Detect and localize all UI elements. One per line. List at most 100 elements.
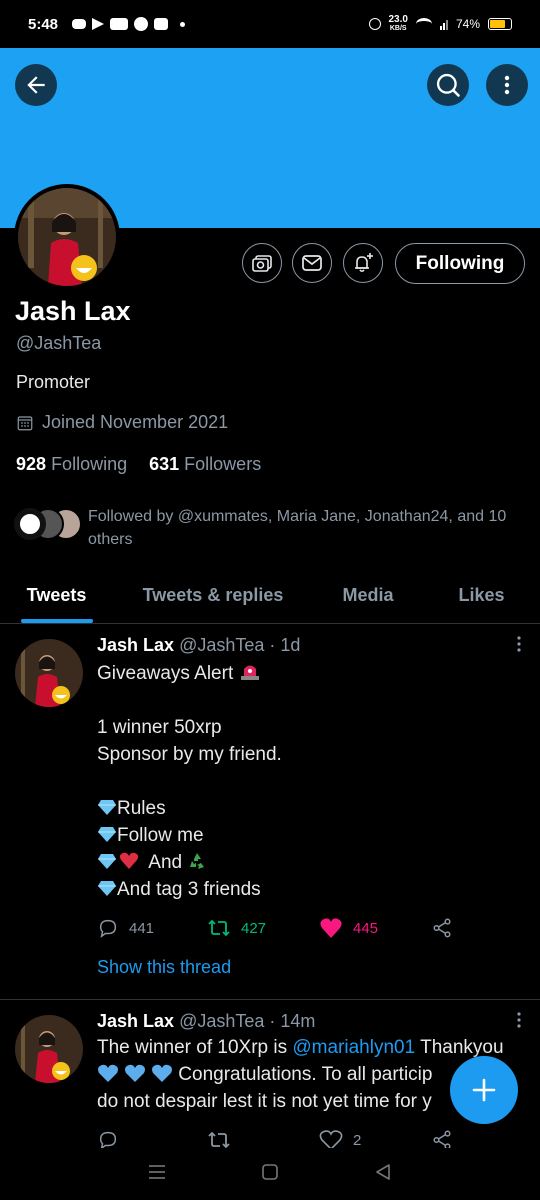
like-count: 2 — [353, 1131, 362, 1149]
home-button[interactable] — [261, 1163, 279, 1186]
dot-icon — [180, 21, 186, 27]
show-thread-link[interactable]: Show this thread — [97, 957, 522, 978]
diamond-emoji-icon — [98, 881, 116, 896]
share-button[interactable] — [431, 917, 453, 939]
reply-count: 441 — [129, 919, 155, 937]
like-button[interactable]: 2 — [319, 1129, 431, 1148]
followed-by-text: Followed by @xummates, Maria Jane, Jonat… — [88, 508, 507, 548]
tweet-line: The winner of 10Xrp is @mariahlyn01 Than… — [97, 1034, 522, 1061]
more-vertical-icon — [504, 75, 510, 95]
message-button[interactable] — [292, 243, 332, 283]
network-speed: 23.0 KB/S — [389, 15, 408, 33]
compose-tweet-button[interactable] — [450, 1056, 518, 1124]
reply-button[interactable]: 441 — [97, 917, 207, 939]
recent-apps-button[interactable] — [148, 1164, 166, 1185]
back-button[interactable] — [15, 64, 57, 106]
square-icon — [262, 1163, 278, 1180]
tweet-body: Jash Lax @JashTea · 1d Giveaways Alert 1… — [97, 635, 522, 978]
profile-avatar[interactable] — [14, 184, 120, 290]
photos-button[interactable] — [242, 243, 282, 283]
diamond-emoji-icon — [98, 854, 116, 869]
profile-name: Jash Lax — [15, 296, 131, 326]
profile-handle: @JashTea — [16, 333, 102, 353]
like-count: 445 — [353, 919, 379, 937]
retweet-icon — [208, 1131, 230, 1148]
like-button[interactable]: 445 — [319, 917, 431, 939]
following-count-link[interactable]: 928 Following — [16, 454, 127, 475]
tweet-time: · 14m — [269, 1011, 316, 1031]
triangle-back-icon — [376, 1163, 391, 1180]
notification-icons — [72, 17, 186, 31]
tweet-line: Sponsor by my friend. — [97, 744, 282, 765]
tweet-menu-button[interactable] — [516, 635, 522, 658]
retweet-button[interactable] — [207, 1129, 319, 1148]
tweet-line-text: Congratulations. To all particip — [173, 1064, 433, 1085]
wifi-icon — [415, 18, 432, 30]
retweet-count: 427 — [241, 919, 267, 937]
battery-fill — [490, 20, 505, 28]
network-speed-unit: KB/S — [389, 25, 407, 32]
back-nav-button[interactable] — [374, 1163, 392, 1186]
retweet-button[interactable]: 427 — [207, 917, 319, 939]
tweet-line: And — [97, 849, 522, 876]
tweet-avatar[interactable] — [15, 1015, 83, 1083]
tweet-menu-button[interactable] — [516, 1011, 522, 1034]
share-icon — [433, 918, 451, 938]
network-speed-value: 23.0 — [388, 14, 408, 25]
tweet-line-text: And — [148, 852, 183, 873]
tweet-line: Rules — [97, 795, 522, 822]
status-bar: 5:48 23.0 KB/S 74% — [0, 0, 540, 48]
mention-link[interactable]: @mariahlyn01 — [292, 1037, 415, 1058]
search-button[interactable] — [427, 64, 469, 106]
tab-tweets-replies[interactable]: Tweets & replies — [113, 568, 313, 623]
tab-tweets[interactable]: Tweets — [0, 568, 113, 623]
tweet-line-text: And tag 3 friends — [117, 879, 261, 900]
profile-tabs: Tweets Tweets & replies Media Likes — [0, 568, 540, 624]
share-icon — [433, 1130, 451, 1148]
tab-likes[interactable]: Likes — [423, 568, 540, 623]
telegram-icon — [92, 18, 105, 30]
tweet-author-handle: @JashTea — [179, 1011, 265, 1031]
notify-button[interactable] — [343, 243, 383, 283]
followers-label: Followers — [184, 454, 262, 474]
tweet-header: Jash Lax @JashTea · 14m — [97, 1011, 522, 1032]
tweet[interactable]: Jash Lax @JashTea · 1d Giveaways Alert 1… — [0, 625, 540, 1000]
following-count: 928 — [16, 454, 47, 474]
more-vertical-icon — [517, 636, 521, 652]
diamond-emoji-icon — [98, 800, 116, 815]
tab-media[interactable]: Media — [313, 568, 423, 623]
tweet-line-text: Thankyou — [415, 1037, 504, 1058]
more-options-button[interactable] — [486, 64, 528, 106]
battery-icon — [488, 18, 512, 30]
red-heart-emoji-icon — [119, 852, 139, 869]
followed-by[interactable]: Followed by @xummates, Maria Jane, Jonat… — [14, 505, 514, 551]
retweet-icon — [208, 919, 230, 937]
following-label: Following — [51, 454, 128, 474]
calendar-icon — [17, 415, 33, 430]
tweet-line-text: Rules — [117, 798, 166, 819]
siren-emoji-icon — [240, 665, 259, 680]
share-button[interactable] — [431, 1129, 453, 1148]
tweet-actions: 441 427 445 — [97, 917, 522, 939]
tweet-avatar[interactable] — [15, 639, 83, 707]
following-button[interactable]: Following — [395, 243, 525, 284]
tweet-line: Giveaways Alert — [97, 660, 522, 687]
reply-icon — [99, 1131, 117, 1148]
signal-icon — [439, 18, 448, 30]
menu-lines-icon — [148, 1164, 165, 1179]
envelope-icon — [302, 255, 322, 271]
tweet-author-handle: @JashTea — [179, 635, 265, 655]
u-app-icon — [134, 17, 149, 31]
tweet-line-text: Follow me — [117, 825, 204, 846]
discord-icon — [72, 19, 87, 29]
blue-hearts-emoji-icon — [98, 1064, 172, 1082]
bell-plus-icon — [355, 253, 373, 273]
followers-count-link[interactable]: 631 Followers — [149, 454, 261, 475]
tweet-author-name: Jash Lax — [97, 635, 175, 655]
tweet-line: Follow me — [97, 822, 522, 849]
search-icon — [436, 73, 460, 97]
reply-button[interactable] — [97, 1129, 207, 1148]
tweet-line-text: The winner of 10Xrp is — [97, 1037, 293, 1058]
